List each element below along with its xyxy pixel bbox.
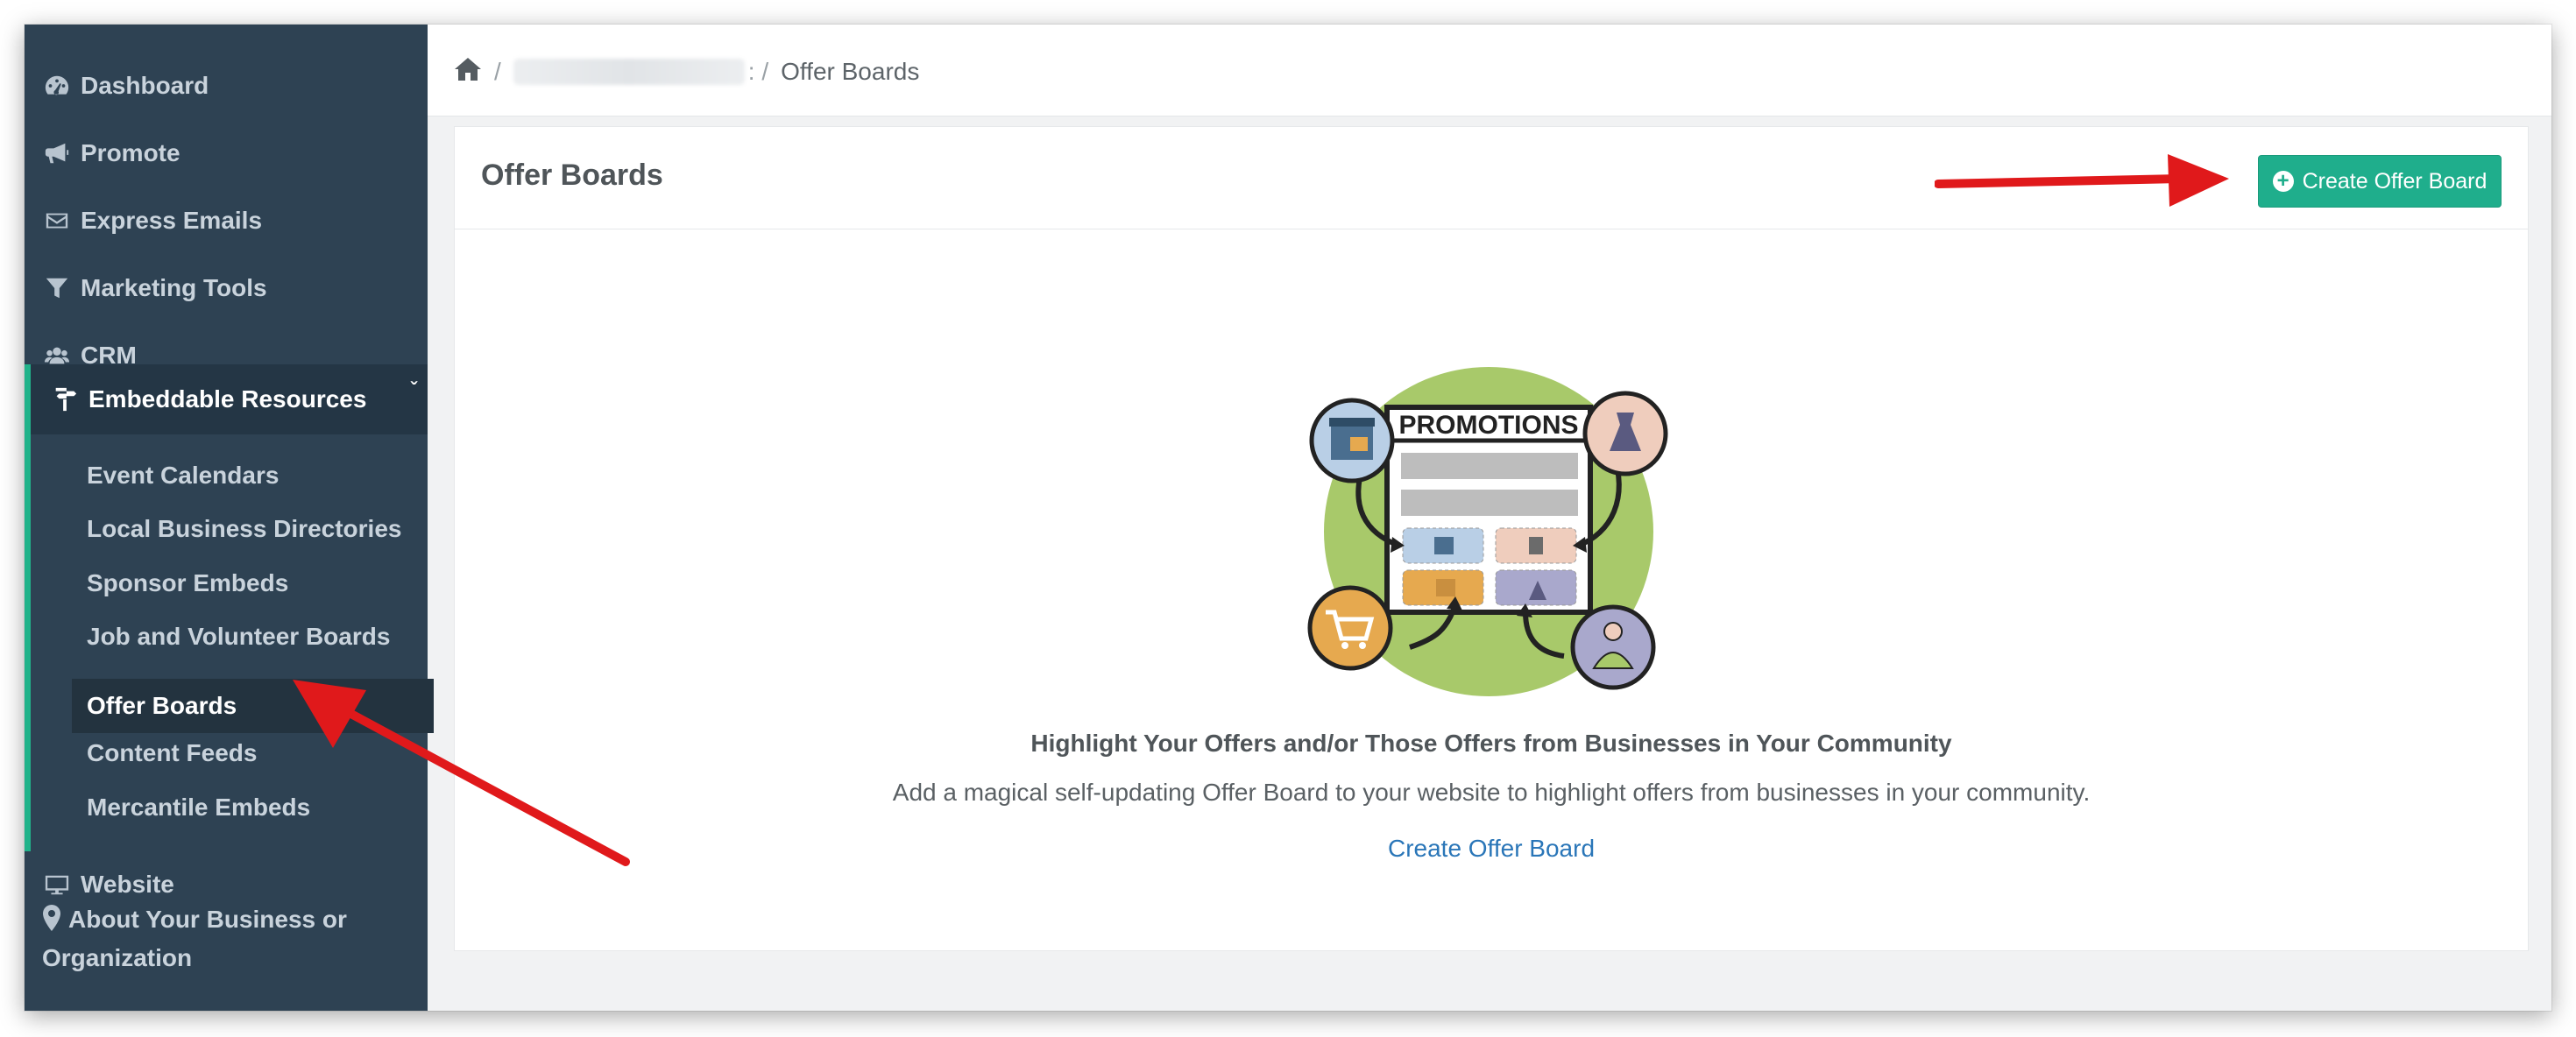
empty-state-description: Add a magical self-updating Offer Board … — [892, 779, 2091, 806]
sidebar-item-marketing-tools[interactable]: Marketing Tools — [25, 257, 428, 320]
signpost-icon — [50, 384, 80, 414]
page-title: Offer Boards — [481, 159, 663, 192]
person-circle — [1570, 604, 1656, 690]
create-offer-board-link[interactable]: Create Offer Board — [455, 835, 2528, 863]
create-offer-board-label: Create Offer Board — [2302, 168, 2488, 194]
submenu-item-event-calendars[interactable]: Event Calendars — [72, 448, 434, 503]
empty-state-headline: Highlight Your Offers and/or Those Offer… — [1030, 730, 1952, 757]
create-offer-board-button[interactable]: + Create Offer Board — [2258, 155, 2502, 208]
sidebar-item-label: Express Emails — [81, 207, 263, 234]
annotation-arrow-left — [293, 680, 630, 866]
chevron-down-icon: ˇ — [410, 378, 417, 400]
submenu-item-label: Content Feeds — [87, 739, 258, 766]
sidebar-item-label: Website — [81, 871, 174, 898]
promotions-illustration: PROMOTIONS — [1307, 367, 1668, 696]
bullhorn-icon — [42, 138, 72, 168]
breadcrumb: / : / Offer Boards — [454, 54, 919, 89]
breadcrumb-separator: : / — [747, 58, 769, 85]
tachometer-icon — [42, 71, 72, 101]
submenu-item-sponsor-embeds[interactable]: Sponsor Embeds — [72, 556, 434, 610]
breadcrumb-redacted[interactable] — [513, 59, 745, 85]
submenu-item-label: Sponsor Embeds — [87, 569, 289, 596]
plus-circle-icon: + — [2272, 171, 2294, 192]
breadcrumb-separator: / — [494, 58, 501, 85]
annotation-arrow-right — [1935, 154, 2229, 207]
top-bar: / : / Offer Boards — [428, 25, 2551, 116]
sidebar-item-express-emails[interactable]: Express Emails — [25, 189, 428, 252]
offer-boards-card: Offer Boards + Create Offer Board PROMOT… — [454, 126, 2529, 951]
submenu-item-label: Local Business Directories — [87, 515, 402, 542]
sidebar-item-embeddable-resources[interactable]: Embeddable Resources ˇ — [25, 364, 428, 434]
sidebar-item-label: Promote — [81, 139, 180, 166]
sidebar-item-promote[interactable]: Promote — [25, 122, 428, 185]
breadcrumb-current: Offer Boards — [781, 58, 920, 85]
sidebar-item-about[interactable]: About Your Business or Organization — [42, 900, 410, 977]
submenu-item-local-business-directories[interactable]: Local Business Directories — [72, 502, 434, 556]
map-marker-icon — [43, 905, 60, 931]
cart-circle — [1307, 585, 1393, 671]
envelope-icon — [42, 206, 72, 236]
sidebar-item-label: About Your Business or Organization — [42, 906, 347, 971]
home-icon[interactable] — [454, 56, 482, 88]
filter-icon — [42, 273, 72, 303]
desktop-icon — [42, 870, 72, 899]
sidebar-item-label: Dashboard — [81, 72, 209, 99]
submenu-item-label: Offer Boards — [87, 692, 237, 719]
submenu-item-label: Event Calendars — [87, 462, 280, 489]
sidebar-item-dashboard[interactable]: Dashboard — [25, 54, 428, 117]
submenu-item-job-volunteer-boards[interactable]: Job and Volunteer Boards — [72, 610, 434, 664]
submenu-item-label: Mercantile Embeds — [87, 794, 311, 821]
app-window: Dashboard Promote Express Emails Marketi… — [25, 25, 2551, 1011]
sidebar-item-label: Embeddable Resources — [88, 385, 367, 413]
submenu-item-label: Job and Volunteer Boards — [87, 623, 391, 650]
promotions-text: PROMOTIONS — [1398, 411, 1578, 440]
sidebar-item-label: Marketing Tools — [81, 274, 267, 301]
